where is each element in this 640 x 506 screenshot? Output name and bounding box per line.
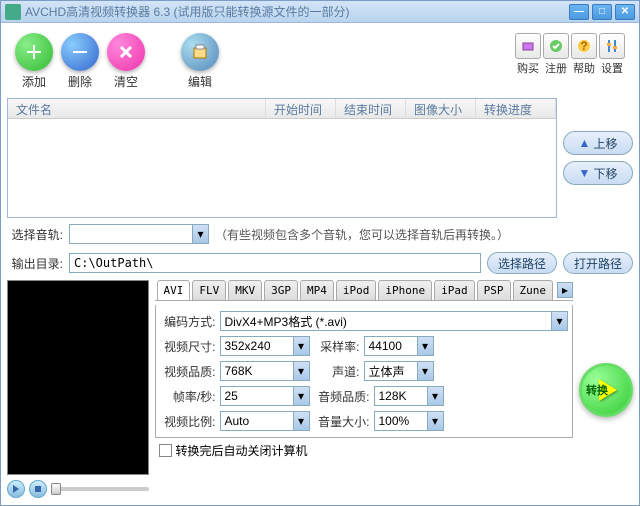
list-header: 文件名 开始时间 结束时间 图像大小 转换进度 <box>8 99 556 119</box>
tab-ipod[interactable]: iPod <box>336 280 377 300</box>
col-start[interactable]: 开始时间 <box>266 99 336 118</box>
tab-3gp[interactable]: 3GP <box>264 280 298 300</box>
format-settings: AVI FLV MKV 3GP MP4 iPod iPhone iPad PSP… <box>155 280 574 499</box>
cart-icon <box>515 33 541 59</box>
seek-slider[interactable] <box>51 487 149 491</box>
chevron-down-icon: ▾ <box>293 387 309 405</box>
audio-quality-select[interactable]: 128K▾ <box>374 386 444 406</box>
move-down-button[interactable]: ▼下移 <box>563 161 633 185</box>
edit-icon <box>181 33 219 71</box>
move-up-button[interactable]: ▲上移 <box>563 131 633 155</box>
sample-rate-label: 采样率: <box>314 338 360 355</box>
key-icon <box>543 33 569 59</box>
audio-track-select[interactable]: ▾ <box>69 224 209 244</box>
minus-icon <box>61 33 99 71</box>
chevron-down-icon: ▾ <box>293 362 309 380</box>
chevron-down-icon: ▾ <box>293 412 309 430</box>
chevron-down-icon: ▾ <box>293 337 309 355</box>
col-progress[interactable]: 转换进度 <box>476 99 556 118</box>
help-button[interactable]: ?帮助 <box>571 33 597 76</box>
tab-psp[interactable]: PSP <box>477 280 511 300</box>
tab-mkv[interactable]: MKV <box>228 280 262 300</box>
tab-avi[interactable]: AVI <box>157 280 191 300</box>
slider-thumb[interactable] <box>51 483 61 495</box>
chevron-down-icon: ▾ <box>192 225 208 243</box>
register-button[interactable]: 注册 <box>543 33 569 76</box>
channel-label: 声道: <box>314 363 360 380</box>
titlebar[interactable]: AVCHD高清视频转换器 6.3 (试用版只能转换源文件的一部分) — □ ✕ <box>1 1 639 23</box>
convert-button[interactable]: 转换 <box>579 363 633 417</box>
shutdown-label: 转换完后自动关闭计算机 <box>176 442 308 459</box>
fps-select[interactable]: 25▾ <box>220 386 310 406</box>
video-quality-select[interactable]: 768K▾ <box>220 361 310 381</box>
chevron-down-icon: ▾ <box>551 312 567 330</box>
shutdown-checkbox[interactable] <box>159 444 172 457</box>
encode-label: 编码方式: <box>160 313 216 330</box>
file-list[interactable]: 文件名 开始时间 结束时间 图像大小 转换进度 <box>7 98 557 218</box>
preview-screen[interactable] <box>7 280 149 475</box>
sample-rate-select[interactable]: 44100▾ <box>364 336 434 356</box>
plus-icon <box>15 33 53 71</box>
chevron-down-icon: ▼ <box>579 166 591 180</box>
output-dir-input[interactable]: C:\OutPath\ <box>69 253 481 273</box>
preview-panel <box>7 280 149 499</box>
choose-path-button[interactable]: 选择路径 <box>487 252 557 274</box>
close-button[interactable]: ✕ <box>615 4 635 20</box>
encode-select[interactable]: DivX4+MP3格式 (*.avi)▾ <box>220 311 569 331</box>
col-end[interactable]: 结束时间 <box>336 99 406 118</box>
video-quality-label: 视频品质: <box>160 363 216 380</box>
svg-text:?: ? <box>580 39 587 53</box>
audio-quality-label: 音频品质: <box>314 388 370 405</box>
audio-track-label: 选择音轨: <box>7 226 63 243</box>
format-tabs: AVI FLV MKV 3GP MP4 iPod iPhone iPad PSP… <box>155 280 574 301</box>
window-title: AVCHD高清视频转换器 6.3 (试用版只能转换源文件的一部分) <box>25 3 569 20</box>
volume-select[interactable]: 100%▾ <box>374 411 444 431</box>
edit-button[interactable]: 编辑 <box>181 33 219 90</box>
maximize-button[interactable]: □ <box>592 4 612 20</box>
gear-icon <box>599 33 625 59</box>
settings-button[interactable]: 设置 <box>599 33 625 76</box>
play-button[interactable] <box>7 480 25 498</box>
tab-mp4[interactable]: MP4 <box>300 280 334 300</box>
main-toolbar: 添加 删除 清空 编辑 购买 注册 ?帮助 设置 <box>7 29 633 94</box>
chevron-down-icon: ▾ <box>417 337 433 355</box>
aspect-label: 视频比例: <box>160 413 216 430</box>
buy-button[interactable]: 购买 <box>515 33 541 76</box>
chevron-down-icon: ▾ <box>427 387 443 405</box>
add-button[interactable]: 添加 <box>15 33 53 90</box>
x-icon <box>107 33 145 71</box>
audio-track-hint: （有些视频包含多个音轨，您可以选择音轨后再转换。） <box>215 226 509 243</box>
chevron-up-icon: ▲ <box>579 136 591 150</box>
app-icon <box>5 4 21 20</box>
help-icon: ? <box>571 33 597 59</box>
channel-select[interactable]: 立体声▾ <box>364 361 434 381</box>
stop-button[interactable] <box>29 480 47 498</box>
open-path-button[interactable]: 打开路径 <box>563 252 633 274</box>
app-window: AVCHD高清视频转换器 6.3 (试用版只能转换源文件的一部分) — □ ✕ … <box>0 0 640 506</box>
tab-iphone[interactable]: iPhone <box>378 280 432 300</box>
minimize-button[interactable]: — <box>569 4 589 20</box>
tab-scroll-button[interactable]: ▸ <box>557 282 573 298</box>
video-size-label: 视频尺寸: <box>160 338 216 355</box>
tab-ipad[interactable]: iPad <box>434 280 475 300</box>
aspect-select[interactable]: Auto▾ <box>220 411 310 431</box>
video-size-select[interactable]: 352x240▾ <box>220 336 310 356</box>
col-filename[interactable]: 文件名 <box>8 99 266 118</box>
clear-button[interactable]: 清空 <box>107 33 145 90</box>
chevron-down-icon: ▾ <box>417 362 433 380</box>
col-size[interactable]: 图像大小 <box>406 99 476 118</box>
delete-button[interactable]: 删除 <box>61 33 99 90</box>
volume-label: 音量大小: <box>314 413 370 430</box>
fps-label: 帧率/秒: <box>160 388 216 405</box>
tab-zune[interactable]: Zune <box>513 280 554 300</box>
tab-flv[interactable]: FLV <box>192 280 226 300</box>
output-dir-label: 输出目录: <box>7 255 63 272</box>
chevron-down-icon: ▾ <box>427 412 443 430</box>
